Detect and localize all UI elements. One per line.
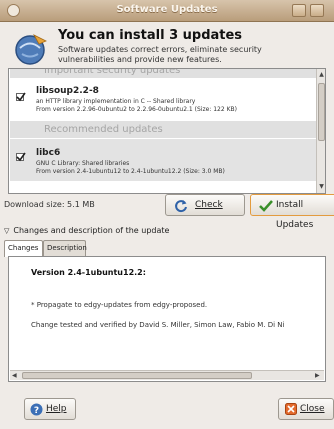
check-button-label: Check bbox=[195, 200, 223, 210]
changes-expander[interactable]: ▽ Changes and description of the update bbox=[4, 226, 169, 235]
checkmark-icon bbox=[16, 152, 26, 162]
software-update-icon bbox=[15, 34, 47, 65]
update-description: GNU C Library: Shared libraries bbox=[36, 160, 130, 167]
update-version: From version 2.4-1ubuntu12 to 2.4-1ubunt… bbox=[36, 168, 225, 175]
tab-description[interactable]: Description bbox=[43, 240, 87, 256]
update-description: an HTTP library implementation in C -- S… bbox=[36, 98, 196, 105]
changes-horizontal-scrollbar[interactable]: ◀ ▶ bbox=[10, 370, 324, 380]
scroll-thumb[interactable] bbox=[22, 372, 252, 379]
update-row-libsoup[interactable]: libsoup2.2-8 an HTTP library implementat… bbox=[10, 81, 316, 119]
title-bar: Software Updates bbox=[0, 0, 334, 22]
close-button-label: Close bbox=[300, 404, 325, 414]
update-row-libc6[interactable]: libc6 GNU C Library: Shared libraries Fr… bbox=[10, 139, 316, 181]
updates-subtext: Software updates correct errors, elimina… bbox=[58, 45, 262, 64]
download-size: Download size: 5.1 MB bbox=[4, 200, 95, 209]
group-header-recommended: Recommended updates bbox=[10, 121, 316, 138]
install-button-label: Install Updates bbox=[276, 200, 314, 230]
update-name: libsoup2.2-8 bbox=[36, 86, 99, 96]
group-header-security: Important security updates bbox=[10, 69, 316, 78]
changelog-entry: Change tested and verified by David S. M… bbox=[31, 321, 285, 329]
checkmark-icon bbox=[259, 200, 273, 212]
updates-list[interactable]: Important security updates libsoup2.2-8 … bbox=[8, 68, 326, 194]
close-icon bbox=[285, 403, 297, 415]
updates-headline: You can install 3 updates bbox=[58, 28, 243, 43]
minimize-button[interactable] bbox=[292, 4, 306, 17]
check-button[interactable]: Check bbox=[165, 194, 245, 216]
update-version: From version 2.2.96-0ubuntu2 to 2.2.96-0… bbox=[36, 106, 237, 113]
scroll-down-icon[interactable]: ▼ bbox=[318, 183, 325, 190]
scroll-thumb[interactable] bbox=[318, 83, 325, 141]
updates-list-scrollbar[interactable]: ▲ ▼ bbox=[316, 69, 325, 193]
install-updates-button[interactable]: Install Updates bbox=[250, 194, 334, 230]
help-icon: ? bbox=[30, 403, 43, 416]
update-checkbox[interactable] bbox=[16, 92, 26, 102]
tab-changes[interactable]: Changes bbox=[4, 240, 43, 257]
help-button-label: Help bbox=[46, 404, 67, 414]
help-button[interactable]: ? Help bbox=[24, 398, 76, 420]
scroll-up-icon[interactable]: ▲ bbox=[318, 71, 325, 78]
update-name: libc6 bbox=[36, 148, 61, 158]
changes-text-view[interactable]: Version 2.4-1ubuntu12.2: * Propagate to … bbox=[8, 256, 326, 382]
close-window-button[interactable] bbox=[310, 4, 324, 17]
scroll-right-icon[interactable]: ▶ bbox=[315, 372, 320, 379]
expander-arrow-icon: ▽ bbox=[4, 227, 10, 235]
refresh-icon bbox=[175, 200, 187, 213]
close-button[interactable]: Close bbox=[278, 398, 334, 420]
changelog-version: Version 2.4-1ubuntu12.2: bbox=[31, 268, 146, 277]
scroll-left-icon[interactable]: ◀ bbox=[12, 372, 17, 379]
update-checkbox[interactable] bbox=[16, 152, 26, 162]
svg-text:?: ? bbox=[34, 406, 39, 416]
checkmark-icon bbox=[16, 92, 26, 102]
changelog-entry: * Propagate to edgy-updates from edgy-pr… bbox=[31, 301, 208, 309]
expander-label: Changes and description of the update bbox=[13, 226, 170, 235]
window-title: Software Updates bbox=[116, 4, 218, 15]
